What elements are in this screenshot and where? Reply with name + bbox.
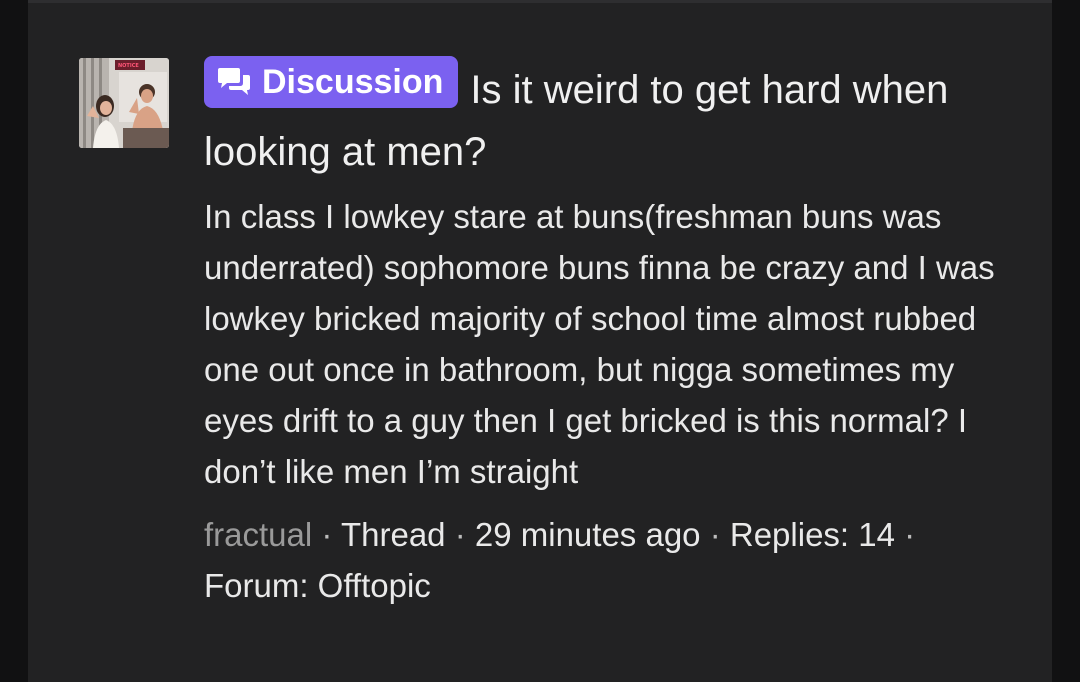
meta-separator: · [321, 516, 333, 553]
thread-meta: fractual · Thread · 29 minutes ago · Rep… [204, 509, 1004, 611]
replies-count: Replies: 14 [729, 516, 895, 553]
meta-separator: · [454, 516, 466, 553]
thread-type: Thread [340, 516, 446, 553]
badge-label: Discussion [262, 63, 444, 101]
thread-content: Discussion Is it weird to get hard when … [204, 56, 1024, 611]
chat-bubbles-icon [218, 68, 250, 95]
meta-separator: · [904, 516, 916, 553]
forum-link[interactable]: Forum: Offtopic [204, 567, 431, 604]
discussion-badge[interactable]: Discussion [204, 56, 459, 108]
avatar[interactable]: NOTICE [79, 58, 169, 148]
avatar-sign-text: NOTICE [118, 63, 139, 69]
meta-separator: · [709, 516, 721, 553]
author-link[interactable]: fractual [204, 516, 312, 553]
thread-title-block: Discussion Is it weird to get hard when … [204, 56, 1024, 183]
thread-body: In class I lowkey stare at buns(freshman… [204, 198, 995, 490]
avatar-photo: NOTICE [79, 58, 169, 148]
thread-time: 29 minutes ago [474, 516, 701, 553]
